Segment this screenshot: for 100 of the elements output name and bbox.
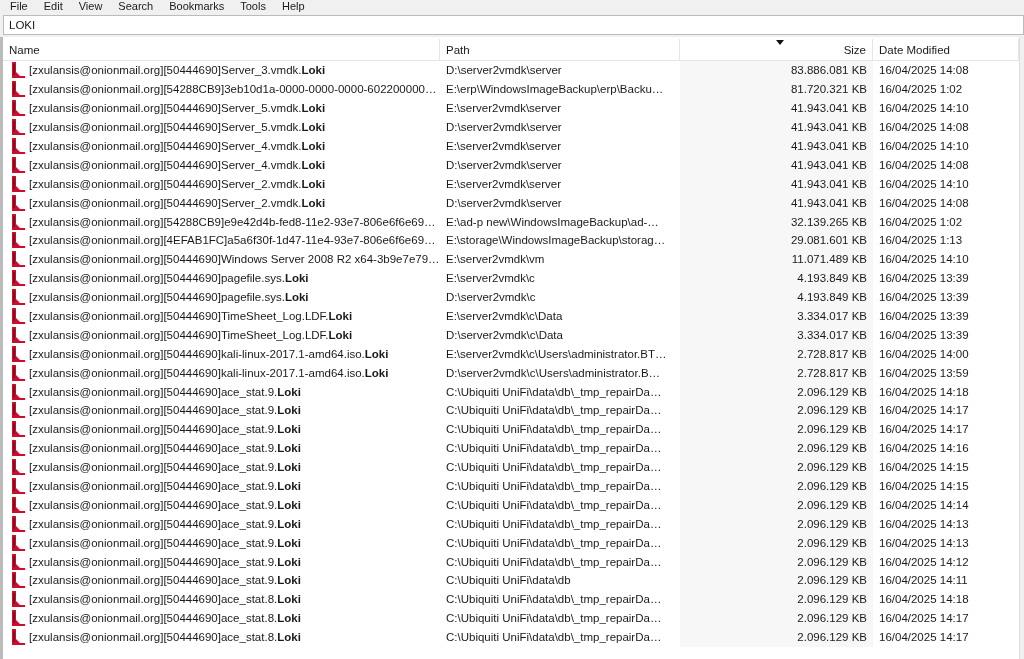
file-name[interactable]: [zxulansis@onionmail.org][50444690]ace_stat.9.Loki — [29, 498, 301, 511]
table-cell: 41.943.041 KB — [790, 158, 867, 171]
file-name[interactable]: [zxulansis@onionmail.org][50444690]ace_stat.9.Loki — [29, 442, 301, 455]
table-cell: E:\server2vmdk\c\Data — [446, 310, 563, 322]
file-name[interactable]: [zxulansis@onionmail.org][50444690]Windows Server 2008 R2 x64-3b9e7e79… — [29, 253, 440, 266]
file-name[interactable]: [zxulansis@onionmail.org][50444690]Server_5.vmdk.Loki — [29, 121, 326, 134]
table-cell: E:\server2vmdk\server — [446, 102, 562, 115]
file-name[interactable]: [zxulansis@onionmail.org][50444690]Server_2.vmdk.Loki — [29, 196, 326, 209]
table-cell: D:\server2vmdk\c — [446, 291, 536, 304]
search-field[interactable]: LOKI — [3, 15, 1024, 35]
file-name[interactable]: [zxulansis@onionmail.org][50444690]Server_5.vmdk.Loki — [29, 102, 326, 115]
file-icon — [11, 553, 25, 570]
table-cell: 2.096.129 KB — [797, 461, 867, 474]
file-icon — [11, 345, 25, 362]
table-cell: 16/04/2025 14:14 — [879, 498, 969, 511]
file-icon — [11, 459, 25, 476]
table-cell: 2.096.129 KB — [797, 404, 867, 417]
file-icon — [11, 138, 25, 154]
table-cell: C:\Ubiquiti UniFi\data\db\_tmp_repairDa… — [446, 404, 662, 417]
table-cell: 2.096.129 KB — [797, 442, 867, 455]
table-cell: 16/04/2025 14:18 — [879, 593, 969, 606]
table-cell: 16/04/2025 14:18 — [879, 385, 969, 398]
table-cell: E:\server2vmdk\vm — [446, 253, 545, 266]
file-icon — [11, 232, 25, 249]
table-cell: C:\Ubiquiti UniFi\data\db\_tmp_repairDa… — [446, 536, 662, 549]
file-name[interactable]: [zxulansis@onionmail.org][54288CB9]e9e42d4b-fed8-11e2-93e7-806e6f6e69… — [29, 215, 436, 228]
menu-item[interactable]: Help — [273, 0, 313, 13]
table-cell: D:\server2vmdk\server — [446, 158, 562, 171]
menu-item[interactable]: View — [70, 0, 111, 13]
table-cell: E:\server2vmdk\server — [446, 177, 562, 190]
file-icon — [11, 251, 25, 268]
file-name[interactable]: [zxulansis@onionmail.org][50444690]Server_4.vmdk.Loki — [29, 140, 326, 152]
table-cell: 16/04/2025 1:02 — [879, 215, 963, 228]
file-icon — [11, 440, 25, 457]
file-icon — [11, 383, 25, 400]
column-label: Name — [9, 43, 40, 56]
table-cell: 83.886.081 KB — [790, 64, 867, 77]
file-icon — [11, 119, 25, 136]
file-name[interactable]: [zxulansis@onionmail.org][50444690]ace_stat.8.Loki — [29, 631, 301, 644]
file-name[interactable]: [zxulansis@onionmail.org][50444690]ace_stat.9.Loki — [29, 517, 301, 530]
file-name[interactable]: [zxulansis@onionmail.org][50444690]ace_stat.8.Loki — [29, 612, 301, 625]
file-name[interactable]: [zxulansis@onionmail.org][50444690]Server_2.vmdk.Loki — [29, 177, 326, 190]
column-label: Size — [843, 43, 866, 56]
file-name[interactable]: [zxulansis@onionmail.org][50444690]TimeSheet_Log.LDF.Loki — [29, 310, 353, 322]
table-cell: 16/04/2025 14:12 — [879, 555, 969, 568]
menu-item[interactable]: Search — [110, 0, 162, 13]
file-name[interactable]: [zxulansis@onionmail.org][50444690]ace_stat.9.Loki — [29, 555, 301, 568]
menu-item[interactable]: File — [2, 0, 36, 13]
file-name[interactable]: [zxulansis@onionmail.org][50444690]pagefile.sys.Loki — [29, 272, 309, 285]
file-icon — [11, 156, 25, 173]
menu-item[interactable]: Bookmarks — [161, 0, 233, 13]
table-cell: 16/04/2025 13:59 — [879, 366, 969, 379]
table-cell: 16/04/2025 1:13 — [879, 234, 963, 247]
table-cell: D:\server2vmdk\c\Data — [446, 328, 563, 341]
table-cell: C:\Ubiquiti UniFi\data\db\_tmp_repairDa… — [446, 631, 662, 644]
file-icon — [11, 572, 25, 589]
table-cell: 2.096.129 KB — [797, 480, 867, 493]
table-cell: E:\storage\WindowsImageBackup\storag… — [446, 234, 666, 247]
file-name[interactable]: [zxulansis@onionmail.org][50444690]Server_3.vmdk.Loki — [29, 64, 326, 77]
file-icon — [11, 402, 25, 419]
table-cell: 32.139.265 KB — [790, 215, 867, 228]
table-cell: 41.943.041 KB — [790, 177, 867, 190]
sort-arrow-icon — [776, 40, 784, 45]
table-cell: E:\server2vmdk\c — [446, 272, 535, 285]
menu-item[interactable]: Tools — [232, 0, 274, 13]
file-name[interactable]: [zxulansis@onionmail.org][50444690]ace_stat.9.Loki — [29, 480, 301, 493]
table-cell: 2.096.129 KB — [797, 555, 867, 568]
table-cell: 16/04/2025 14:00 — [879, 347, 969, 360]
file-name[interactable]: [zxulansis@onionmail.org][50444690]kali-linux-2017.1-amd64.iso.Loki — [29, 366, 389, 379]
file-name[interactable]: [zxulansis@onionmail.org][50444690]kali-linux-2017.1-amd64.iso.Loki — [29, 347, 389, 360]
menu-item[interactable]: Edit — [35, 0, 71, 13]
table-cell: C:\Ubiquiti UniFi\data\db\_tmp_repairDa… — [446, 593, 662, 606]
file-name[interactable]: [zxulansis@onionmail.org][54288CB9]3eb10d1a-0000-0000-0000-602200000… — [29, 83, 437, 96]
file-name[interactable]: [zxulansis@onionmail.org][50444690]ace_stat.8.Loki — [29, 593, 301, 606]
table-cell: D:\server2vmdk\server — [446, 196, 562, 209]
file-name[interactable]: [zxulansis@onionmail.org][50444690]ace_stat.9.Loki — [29, 461, 301, 474]
table-cell: 16/04/2025 13:39 — [879, 291, 969, 304]
table-cell: 16/04/2025 14:15 — [879, 480, 969, 493]
table-cell: 16/04/2025 14:08 — [879, 196, 969, 209]
file-icon — [11, 478, 25, 495]
file-name[interactable]: [zxulansis@onionmail.org][4EFAB1FC]a5a6f30f-1d47-11e4-93e7-806e6f6e69… — [29, 234, 436, 247]
file-name[interactable]: [zxulansis@onionmail.org][50444690]ace_stat.9.Loki — [29, 423, 301, 436]
file-icon — [11, 534, 25, 551]
table-cell: 16/04/2025 13:39 — [879, 310, 969, 322]
table-cell: 3.334.017 KB — [797, 328, 867, 341]
table-cell: 16/04/2025 13:39 — [879, 328, 969, 341]
table-cell: E:\ad-p new\WindowsImageBackup\ad-… — [446, 215, 659, 228]
file-name[interactable]: [zxulansis@onionmail.org][50444690]Server_4.vmdk.Loki — [29, 158, 326, 171]
table-cell: 16/04/2025 14:17 — [879, 423, 969, 436]
file-name[interactable]: [zxulansis@onionmail.org][50444690]TimeSheet_Log.LDF.Loki — [29, 328, 353, 341]
table-cell: 29.081.601 KB — [790, 234, 867, 247]
file-icon — [11, 270, 25, 287]
file-name[interactable]: [zxulansis@onionmail.org][50444690]ace_stat.9.Loki — [29, 574, 301, 587]
table-cell: C:\Ubiquiti UniFi\data\db\_tmp_repairDa… — [446, 555, 662, 568]
file-name[interactable]: [zxulansis@onionmail.org][50444690]pagefile.sys.Loki — [29, 291, 309, 304]
file-name[interactable]: [zxulansis@onionmail.org][50444690]ace_stat.9.Loki — [29, 536, 301, 549]
file-name[interactable]: [zxulansis@onionmail.org][50444690]ace_stat.9.Loki — [29, 404, 301, 417]
table-cell: 16/04/2025 14:08 — [879, 121, 969, 134]
table-cell: 3.334.017 KB — [797, 310, 867, 322]
file-name[interactable]: [zxulansis@onionmail.org][50444690]ace_stat.9.Loki — [29, 385, 301, 398]
